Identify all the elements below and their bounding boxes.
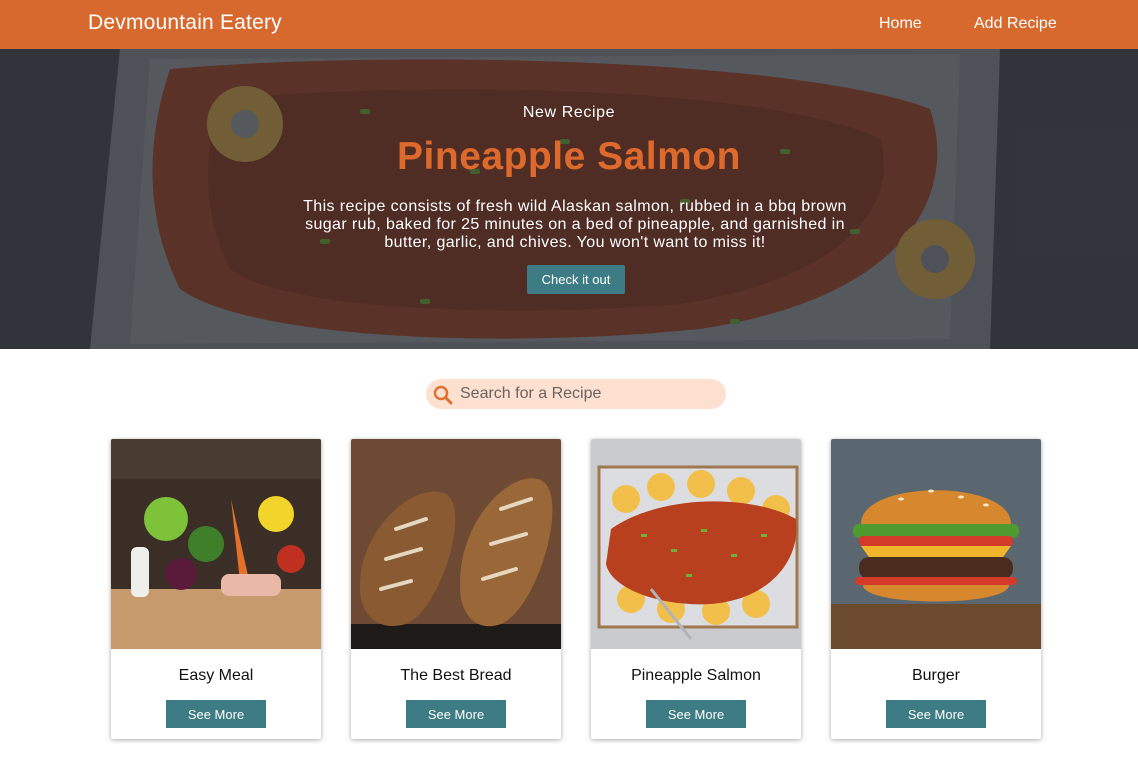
hero-description: This recipe consists of fresh wild Alask… [303, 198, 847, 251]
recipe-card-burger: Burger See More [831, 439, 1041, 739]
nav-home-link[interactable]: Home [879, 15, 922, 33]
hero-title: Pineapple Salmon [397, 135, 741, 178]
recipe-card-title: The Best Bread [400, 667, 512, 684]
see-more-button[interactable]: See More [646, 700, 746, 728]
burger-photo [831, 439, 1041, 649]
recipe-card-easy-meal: Easy Meal See More [111, 439, 321, 739]
top-navbar: Devmountain Eatery Home Add Recipe [0, 0, 1138, 49]
search-input[interactable] [460, 379, 716, 409]
groceries-photo [111, 439, 321, 649]
check-it-out-button[interactable]: Check it out [527, 265, 625, 294]
search-icon [433, 385, 453, 405]
see-more-button[interactable]: See More [886, 700, 986, 728]
salmon-photo [591, 439, 801, 649]
recipe-card-the-best-bread: The Best Bread See More [351, 439, 561, 739]
recipe-card-title: Burger [911, 667, 961, 684]
hero-kicker: New Recipe [522, 104, 616, 121]
hero-content: New Recipe Pineapple Salmon This recipe … [0, 49, 1138, 349]
see-more-button[interactable]: See More [166, 700, 266, 728]
site-brand[interactable]: Devmountain Eatery [88, 11, 282, 35]
recipe-card-title: Easy Meal [178, 667, 254, 684]
nav-add-recipe-link[interactable]: Add Recipe [974, 15, 1057, 33]
hero-banner: New Recipe Pineapple Salmon This recipe … [0, 49, 1138, 349]
see-more-button[interactable]: See More [406, 700, 506, 728]
recipe-card-pineapple-salmon: Pineapple Salmon See More [591, 439, 801, 739]
recipe-card-title: Pineapple Salmon [631, 667, 761, 684]
bread-photo [351, 439, 561, 649]
recipe-search-bar[interactable] [426, 379, 726, 409]
